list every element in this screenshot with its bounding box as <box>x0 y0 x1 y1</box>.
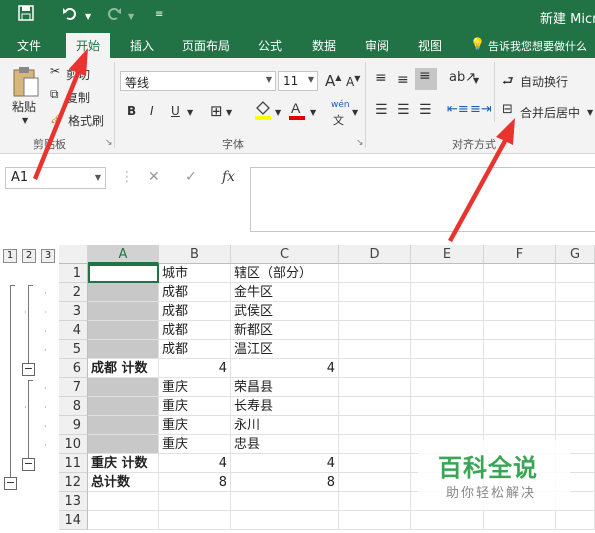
arrow-to-home-tab <box>33 48 88 180</box>
watermark-title: 百科全说 <box>438 454 538 482</box>
arrow-to-merge-button <box>448 118 515 242</box>
watermark: 百科全说 助你轻松解决 <box>418 440 570 510</box>
watermark-subtitle: 助你轻松解决 <box>446 486 537 501</box>
